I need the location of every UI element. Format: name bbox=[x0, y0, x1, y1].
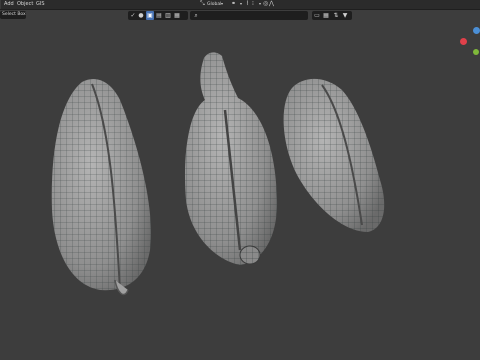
mesh-left[interactable] bbox=[51, 79, 151, 296]
mesh-canvas[interactable] bbox=[0, 0, 480, 360]
mesh-right[interactable] bbox=[283, 78, 385, 232]
mesh-middle[interactable] bbox=[184, 52, 278, 265]
3d-viewport[interactable]: Add Object GIS ⤡ Global ▾ ⚭ ▾ ⌇ ⁝ ▾ ◎ ⋀ … bbox=[0, 0, 480, 360]
